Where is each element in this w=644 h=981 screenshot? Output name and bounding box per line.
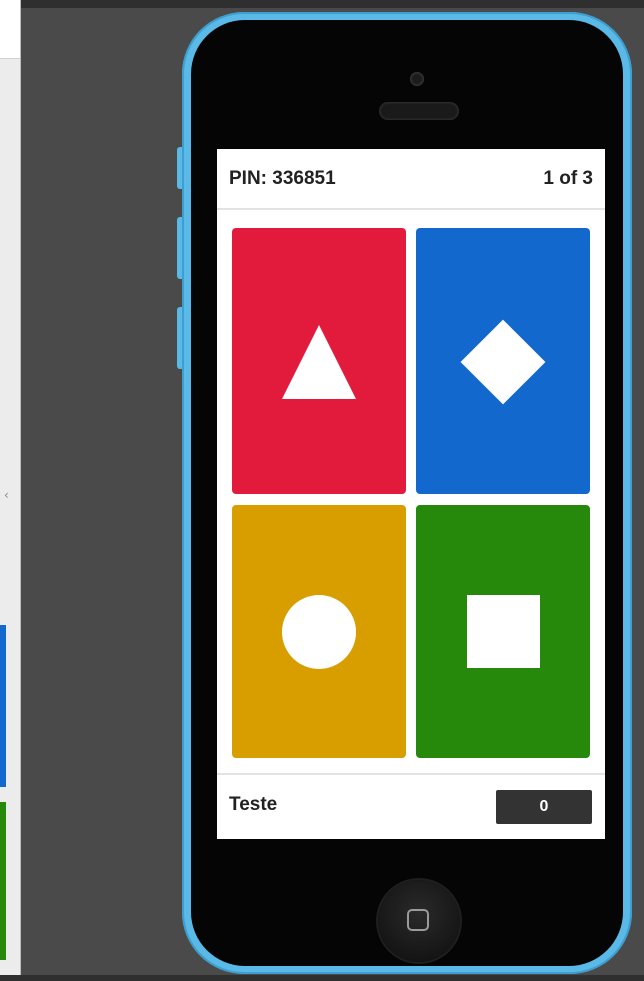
home-square-icon (407, 909, 429, 931)
answer-button-green[interactable] (416, 505, 590, 758)
question-counter: 1 of 3 (543, 168, 593, 189)
answer-button-red[interactable] (232, 228, 406, 494)
circle-icon (282, 595, 356, 669)
chevron-icon: ‹ (4, 488, 9, 502)
speaker-grille (379, 102, 459, 120)
triangle-icon (282, 325, 356, 399)
diamond-icon (460, 319, 546, 405)
game-status-bar: PIN: 336851 1 of 3 (217, 149, 605, 210)
left-panel-blue-block (0, 625, 6, 787)
bottom-border-strip (0, 975, 644, 981)
player-footer: Teste 0 (217, 773, 605, 839)
square-icon (467, 595, 540, 668)
answer-button-blue[interactable] (416, 228, 590, 494)
score-badge: 0 (496, 790, 592, 824)
game-pin: PIN: 336851 (229, 168, 336, 189)
left-background-panel: ‹ (0, 0, 21, 981)
left-panel-green-block (0, 802, 6, 960)
home-button[interactable] (378, 880, 460, 962)
left-panel-topbar (0, 0, 20, 59)
phone-volume-down-button (177, 307, 182, 369)
phone-mute-button (177, 147, 182, 189)
phone-volume-up-button (177, 217, 182, 279)
camera-icon (410, 72, 424, 86)
phone-screen: PIN: 336851 1 of 3 Teste 0 (217, 149, 605, 839)
top-border-strip (0, 0, 644, 8)
player-nickname: Teste (229, 794, 278, 815)
answer-button-yellow[interactable] (232, 505, 406, 758)
